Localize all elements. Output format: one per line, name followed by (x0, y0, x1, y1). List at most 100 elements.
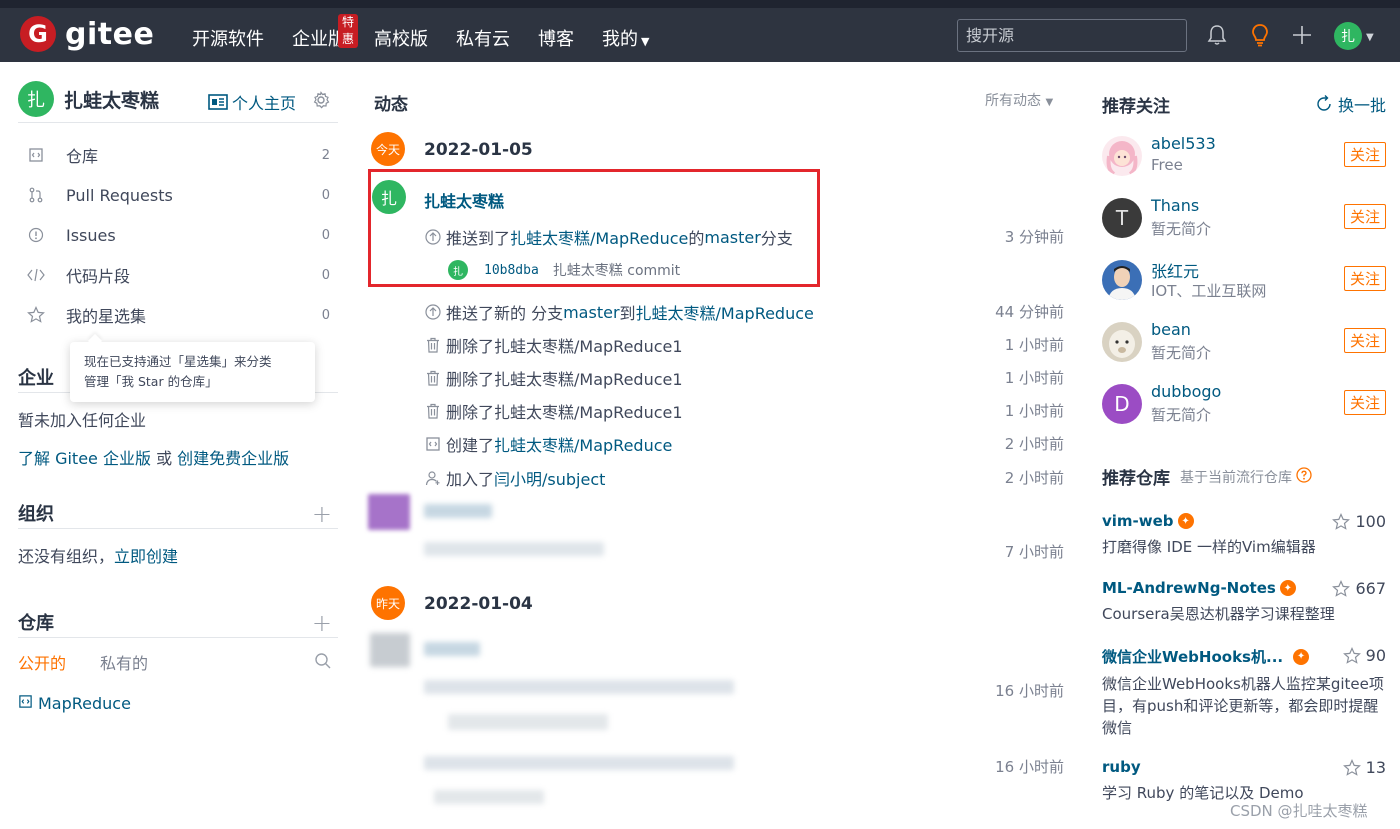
plus-icon[interactable] (1289, 22, 1315, 48)
repo-name-link[interactable]: 微信企业WebHooks机... (1102, 646, 1283, 667)
repo-link[interactable]: 扎蛙太枣糕/MapReduce (494, 432, 672, 456)
user-name[interactable]: 扎蛙太枣糕 (64, 86, 159, 113)
sidebar-item-count: 0 (321, 187, 330, 203)
add-repo-icon[interactable]: + (312, 609, 332, 637)
sidebar-item-pull-requests[interactable]: Pull Requests 0 (18, 175, 338, 215)
activity-delete: 删除了 扎蛙太枣糕/MapReduce1 (425, 366, 683, 390)
blurred-text (424, 504, 492, 518)
nav-private-cloud[interactable]: 私有云 (456, 25, 510, 51)
sidebar-item-issues[interactable]: Issues 0 (18, 215, 338, 255)
repo-link[interactable]: 闫小明/subject (494, 466, 605, 490)
nav-education[interactable]: 高校版 (374, 25, 428, 51)
anime-avatar-image (1102, 136, 1142, 176)
user-name-link[interactable]: bean (1151, 320, 1191, 339)
trash-icon (425, 370, 441, 386)
gear-icon[interactable] (312, 91, 330, 113)
user-name-link[interactable]: Thans (1151, 196, 1199, 215)
repo-name-link[interactable]: ML-AndrewNg-Notes (1102, 579, 1276, 597)
sidebar-menu: 仓库 2 Pull Requests 0 Issues 0 代码片段 0 我的星… (18, 135, 338, 335)
date-heading: 2022-01-05 (424, 140, 533, 160)
left-sidebar: 扎 扎蛙太枣糕 个人主页 仓库 2 Pull Requests 0 Issues… (18, 80, 338, 713)
user-description: IOT、工业互联网 (1151, 282, 1267, 300)
repo-name-link[interactable]: vim-web (1102, 512, 1174, 530)
star-count[interactable]: 667 (1332, 579, 1386, 598)
sidebar-item-snippets[interactable]: 代码片段 0 (18, 255, 338, 295)
pull-request-icon (26, 187, 46, 203)
tab-private[interactable]: 私有的 (100, 650, 148, 674)
avatar[interactable]: D (1102, 384, 1142, 424)
search-input[interactable] (957, 19, 1187, 52)
user-name-link[interactable]: dubbogo (1151, 382, 1221, 401)
user-avatar[interactable]: 扎 (1334, 22, 1362, 50)
avatar[interactable]: 扎 (18, 81, 54, 117)
follow-button[interactable]: 关注 (1343, 204, 1386, 229)
user-name-link[interactable]: 张红元 (1151, 258, 1199, 282)
commit-entry: 扎 10b8dba 扎蛙太枣糕 commit (448, 260, 680, 280)
nav-blog[interactable]: 博客 (538, 25, 574, 51)
star-count[interactable]: 90 (1342, 646, 1386, 665)
sidebar-item-count: 2 (321, 147, 330, 163)
add-org-icon[interactable]: + (312, 500, 332, 528)
photo-avatar-image (1102, 260, 1142, 300)
watermark-text: CSDN @扎哇太枣糕 (1230, 802, 1368, 820)
activity-prefix: 删除了 (446, 370, 495, 389)
refresh-button[interactable]: 换一批 (1315, 92, 1386, 116)
profile-home-link[interactable]: 个人主页 (208, 90, 296, 114)
avatar[interactable] (1102, 322, 1142, 362)
branch-link[interactable]: master (563, 303, 619, 322)
feed-filter-dropdown[interactable]: 所有动态 ▼ (985, 90, 1053, 110)
activity-time: 1 小时前 (1004, 402, 1064, 420)
learn-enterprise-link[interactable]: 了解 Gitee 企业版 (18, 449, 151, 468)
repo-link[interactable]: MapReduce (38, 694, 131, 713)
bell-icon[interactable] (1204, 22, 1230, 48)
section-title: 企业 (18, 368, 54, 389)
nav-enterprise[interactable]: 企业版 特惠 (292, 14, 359, 51)
sidebar-item-count: 0 (321, 267, 330, 283)
user-description: Free (1151, 156, 1183, 174)
help-icon[interactable] (1296, 466, 1312, 487)
follow-button[interactable]: 关注 (1343, 390, 1386, 415)
avatar[interactable] (1102, 260, 1142, 300)
date-heading: 2022-01-04 (424, 594, 533, 614)
star-count[interactable]: 13 (1342, 758, 1386, 777)
sidebar-item-repos[interactable]: 仓库 2 (18, 135, 338, 175)
follow-button[interactable]: 关注 (1343, 142, 1386, 167)
repo-name-link[interactable]: ruby (1102, 758, 1141, 776)
avatar[interactable]: T (1102, 198, 1142, 238)
nav-mine[interactable]: 我的 ▼ (602, 25, 649, 51)
commit-hash-link[interactable]: 10b8dba (484, 263, 539, 278)
gitee-logo[interactable]: G gitee (20, 16, 154, 52)
user-name-link[interactable]: abel533 (1151, 134, 1216, 153)
recommended-user: abel533 Free 关注 (1102, 134, 1392, 184)
star-count[interactable]: 100 (1332, 512, 1386, 531)
activity-time: 3 分钟前 (1004, 228, 1064, 246)
create-enterprise-link[interactable]: 创建免费企业版 (177, 449, 289, 468)
section-title: 推荐关注 (1102, 97, 1170, 117)
user-description: 暂无简介 (1151, 220, 1212, 238)
gitee-logo-icon: G (20, 16, 56, 52)
blurred-avatar (368, 494, 410, 530)
branch-link[interactable]: master (704, 228, 760, 247)
search-icon[interactable] (314, 652, 332, 674)
org-empty-label: 还没有组织， (18, 547, 115, 566)
sidebar-item-label: Pull Requests (66, 185, 173, 205)
create-org-link[interactable]: 立即创建 (114, 547, 178, 566)
sidebar-item-star-collections[interactable]: 我的星选集 0 (18, 295, 338, 335)
or-text: 或 (150, 449, 178, 468)
avatar[interactable] (1102, 136, 1142, 176)
repo-tabs: 公开的 私有的 (18, 644, 338, 680)
repo-link[interactable]: 扎蛙太枣糕/MapReduce (510, 225, 688, 249)
repo-link[interactable]: 扎蛙太枣糕/MapReduce (636, 300, 814, 324)
caret-down-icon[interactable]: ▼ (1366, 32, 1374, 43)
follow-button[interactable]: 关注 (1343, 266, 1386, 291)
recommended-repo: 微信企业WebHooks机... ✦ 90 微信企业WebHooks机器人监控某g… (1102, 646, 1392, 739)
nav-open-source[interactable]: 开源软件 (192, 25, 264, 51)
tab-public[interactable]: 公开的 (18, 650, 66, 674)
avatar[interactable]: 扎 (372, 180, 406, 214)
nav-menu: 开源软件 企业版 特惠 高校版 私有云 博客 我的 ▼ (192, 14, 677, 51)
feed-user-name[interactable]: 扎蛙太枣糕 (424, 188, 504, 212)
lightbulb-icon[interactable] (1247, 22, 1273, 48)
push-arrow-icon (425, 304, 441, 320)
follow-button[interactable]: 关注 (1343, 328, 1386, 353)
repo-list-item[interactable]: MapReduce (18, 694, 338, 713)
